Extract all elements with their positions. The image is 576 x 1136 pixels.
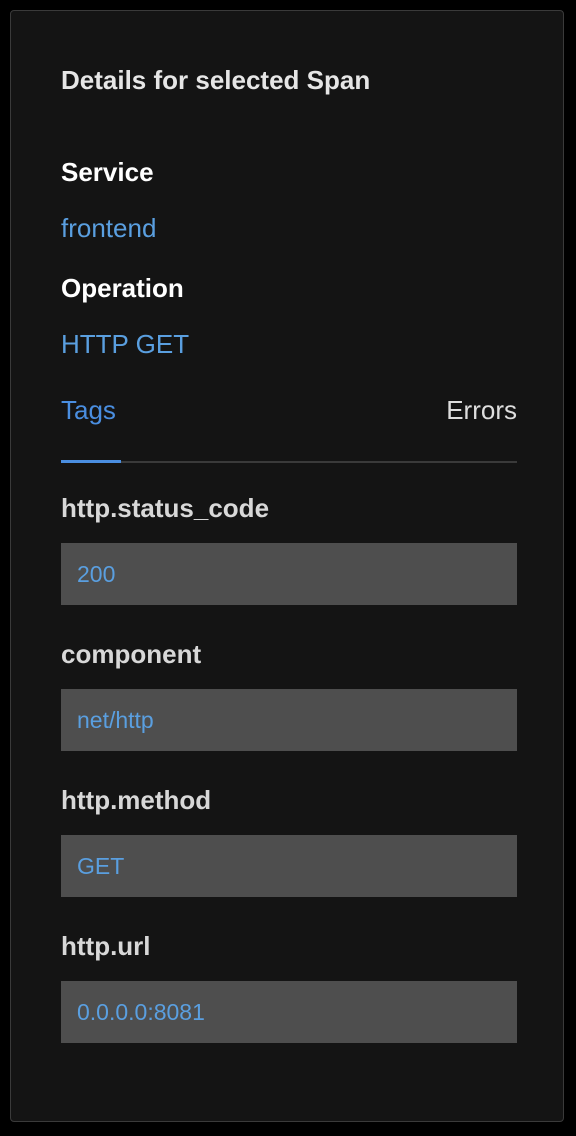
tag-value-url: 0.0.0.0:8081 (61, 981, 517, 1043)
service-label: Service (61, 157, 154, 187)
tag-key-method: http.method (61, 785, 212, 815)
tag-key-status-code: http.status_code (61, 493, 270, 523)
service-value-link[interactable]: frontend (61, 213, 156, 244)
tag-value-status-code: 200 (61, 543, 517, 605)
panel-title: Details for selected Span (61, 65, 371, 95)
tab-tags[interactable]: Tags (61, 395, 116, 426)
tag-value-component: net/http (61, 689, 517, 751)
details-tabs: Tags Errors (61, 395, 517, 463)
active-tab-indicator (61, 460, 121, 463)
operation-label: Operation (61, 273, 184, 303)
span-details-panel: Details for selected Span Service fronte… (10, 10, 564, 1122)
tab-errors[interactable]: Errors (446, 395, 517, 426)
tag-key-url: http.url (61, 931, 151, 961)
tag-key-component: component (61, 639, 202, 669)
tag-value-method: GET (61, 835, 517, 897)
operation-value-link[interactable]: HTTP GET (61, 329, 189, 360)
